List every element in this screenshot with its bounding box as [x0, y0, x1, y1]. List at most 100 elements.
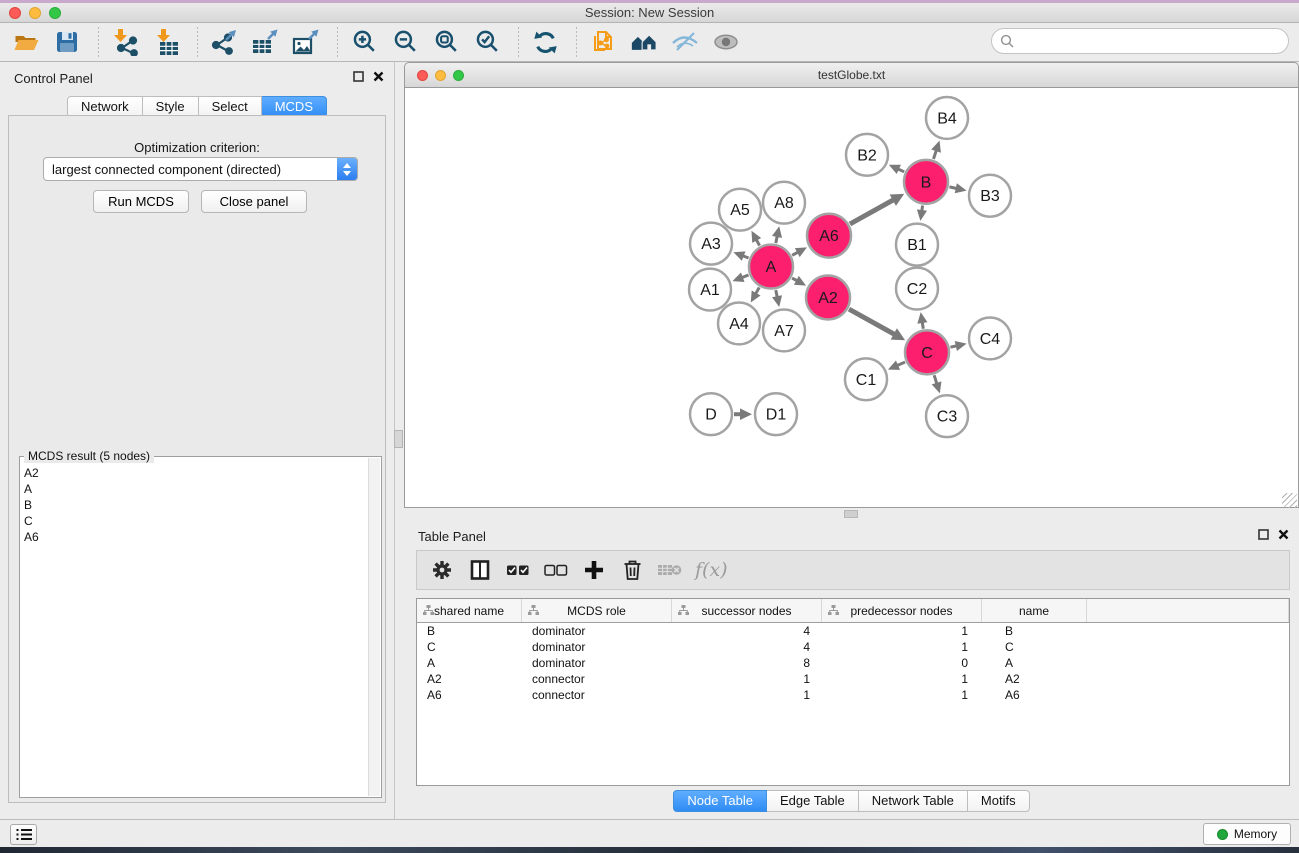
column-header-shared-name[interactable]: shared name — [417, 599, 522, 622]
graph-arrowhead — [932, 381, 942, 393]
graph-arrowhead — [772, 295, 782, 307]
zoom-fit-button[interactable] — [432, 28, 460, 56]
table-cell[interactable]: C — [417, 639, 522, 655]
table-cell[interactable]: 1 — [822, 623, 982, 639]
table-cell[interactable]: B — [982, 623, 1087, 639]
table-row[interactable]: A6connector11A6 — [417, 687, 1289, 703]
table-row[interactable]: Bdominator41B — [417, 623, 1289, 639]
column-header-successor-nodes[interactable]: successor nodes — [672, 599, 822, 622]
show-all-button[interactable] — [712, 28, 740, 56]
first-neighbors-button[interactable] — [630, 28, 658, 56]
criterion-dropdown[interactable]: largest connected component (directed) — [43, 157, 358, 181]
export-image-button[interactable] — [292, 28, 320, 56]
window-resize-grip[interactable] — [1282, 493, 1297, 508]
search-input[interactable] — [1019, 33, 1288, 50]
table-cell[interactable]: dominator — [522, 623, 672, 639]
select-all-rows-button[interactable] — [505, 557, 531, 583]
table-cell[interactable]: A2 — [417, 671, 522, 687]
column-header-name[interactable]: name — [982, 599, 1087, 622]
export-table-button[interactable] — [251, 28, 279, 56]
delete-columns-button[interactable] — [619, 557, 645, 583]
tab-edge-table[interactable]: Edge Table — [767, 790, 859, 812]
zoom-out-button[interactable] — [391, 28, 419, 56]
vertical-split-grip[interactable] — [394, 430, 403, 448]
mcds-result-item[interactable]: B — [24, 497, 368, 513]
memory-button[interactable]: Memory — [1203, 823, 1291, 845]
import-network-button[interactable] — [111, 28, 139, 56]
table-cell[interactable]: A — [982, 655, 1087, 671]
table-cell[interactable]: 1 — [672, 671, 822, 687]
network-canvas[interactable]: B4B2BB3A8A5A6B1A3AC2A1A2A4A7C4CC1C3DD1 — [404, 88, 1299, 508]
deselect-all-rows-button[interactable] — [543, 557, 569, 583]
table-options-button[interactable] — [429, 557, 455, 583]
zoom-selected-button[interactable] — [473, 28, 501, 56]
horizontal-split-grip[interactable] — [844, 510, 858, 518]
table-cell[interactable]: 1 — [822, 671, 982, 687]
table-cell[interactable]: 1 — [672, 687, 822, 703]
table-row[interactable]: Cdominator41C — [417, 639, 1289, 655]
graph-node-label: B — [921, 174, 932, 191]
clone-network-button[interactable] — [589, 28, 617, 56]
float-panel-icon[interactable] — [353, 71, 364, 82]
main-titlebar: Session: New Session — [0, 3, 1299, 23]
table-panel-title: Table Panel — [418, 529, 486, 544]
table-cell[interactable]: 4 — [672, 623, 822, 639]
table-cell[interactable]: connector — [522, 671, 672, 687]
task-history-button[interactable] — [10, 824, 37, 845]
tab-network-table[interactable]: Network Table — [859, 790, 968, 812]
graph-node-label: A7 — [774, 323, 794, 340]
mcds-result-item[interactable]: C — [24, 513, 368, 529]
hide-selected-button[interactable] — [671, 28, 699, 56]
table-cell[interactable]: 0 — [822, 655, 982, 671]
graph-node-label: B2 — [857, 147, 877, 164]
add-column-button[interactable] — [581, 557, 607, 583]
mcds-result-item[interactable]: A6 — [24, 529, 368, 545]
function-icon: f(x) — [695, 559, 728, 581]
memory-status-icon — [1217, 829, 1228, 840]
import-table-button[interactable] — [152, 28, 180, 56]
table-cell[interactable]: dominator — [522, 639, 672, 655]
table-cell[interactable]: C — [982, 639, 1087, 655]
function-builder-button[interactable]: f(x) — [695, 557, 728, 583]
dropdown-stepper-icon — [337, 158, 357, 180]
table-cell[interactable]: 1 — [822, 687, 982, 703]
result-scrollbar[interactable] — [368, 458, 380, 796]
float-panel-icon[interactable] — [1258, 529, 1269, 540]
mcds-result-item[interactable]: A2 — [24, 465, 368, 481]
open-session-button[interactable] — [12, 28, 40, 56]
save-session-button[interactable] — [53, 28, 81, 56]
table-cell[interactable]: B — [417, 623, 522, 639]
tab-motifs[interactable]: Motifs — [968, 790, 1030, 812]
graph-arrowhead — [955, 183, 967, 193]
table-cell[interactable]: dominator — [522, 655, 672, 671]
table-cell[interactable]: 8 — [672, 655, 822, 671]
column-browser-icon — [470, 560, 490, 580]
graph-node-label: A6 — [819, 228, 839, 245]
graph-arrowhead — [955, 341, 967, 351]
table-cell[interactable]: A2 — [982, 671, 1087, 687]
column-browser-button[interactable] — [467, 557, 493, 583]
table-cell[interactable]: A6 — [417, 687, 522, 703]
table-cell[interactable]: 4 — [672, 639, 822, 655]
table-row[interactable]: A2connector11A2 — [417, 671, 1289, 687]
table-cell[interactable]: A6 — [982, 687, 1087, 703]
run-mcds-button[interactable]: Run MCDS — [93, 190, 189, 213]
network-window-titlebar[interactable]: testGlobe.txt — [404, 62, 1299, 88]
close-panel-button[interactable]: Close panel — [201, 190, 307, 213]
refresh-view-button[interactable] — [531, 28, 559, 56]
delete-table-button[interactable] — [657, 557, 683, 583]
graph-node-label: C2 — [907, 281, 928, 298]
export-network-button[interactable] — [210, 28, 238, 56]
table-cell[interactable]: 1 — [822, 639, 982, 655]
tab-node-table[interactable]: Node Table — [673, 790, 767, 812]
close-panel-icon[interactable] — [373, 71, 384, 82]
node-table: shared nameMCDS rolesuccessor nodesprede… — [416, 598, 1290, 786]
mcds-result-item[interactable]: A — [24, 481, 368, 497]
table-row[interactable]: Adominator80A — [417, 655, 1289, 671]
zoom-in-button[interactable] — [350, 28, 378, 56]
column-header-mcds-role[interactable]: MCDS role — [522, 599, 672, 622]
table-cell[interactable]: connector — [522, 687, 672, 703]
table-cell[interactable]: A — [417, 655, 522, 671]
close-panel-icon[interactable] — [1278, 529, 1289, 540]
column-header-predecessor-nodes[interactable]: predecessor nodes — [822, 599, 982, 622]
